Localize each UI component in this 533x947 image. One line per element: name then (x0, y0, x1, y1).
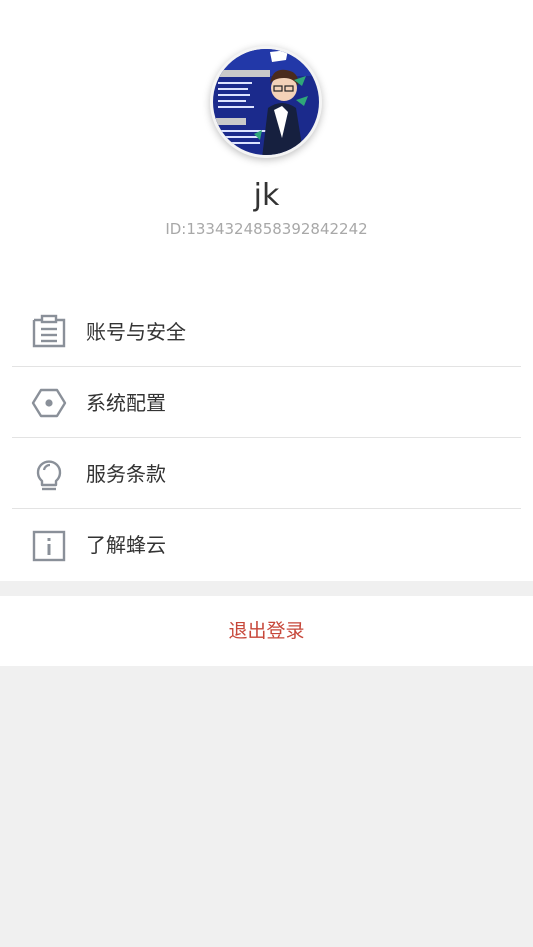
avatar[interactable] (210, 46, 322, 158)
profile-and-menu-panel: jk ID:1334324858392842242 账号与安全 系统配置 服务条… (0, 0, 533, 581)
user-id: ID:1334324858392842242 (165, 220, 368, 238)
menu-item-terms-of-service[interactable]: 服务条款 (0, 438, 533, 509)
settings-menu: 账号与安全 系统配置 服务条款 了解蜂云 (0, 296, 533, 580)
username: jk (253, 178, 280, 213)
menu-item-account-security[interactable]: 账号与安全 (0, 296, 533, 367)
lightbulb-icon (30, 456, 68, 492)
avatar-image (210, 46, 322, 158)
logout-button[interactable]: 退出登录 (0, 596, 533, 666)
menu-item-label: 服务条款 (86, 462, 166, 486)
menu-item-label: 账号与安全 (86, 320, 186, 344)
info-box-icon (30, 527, 68, 563)
menu-item-label: 系统配置 (86, 391, 166, 415)
clipboard-list-icon (30, 314, 68, 350)
profile-header: jk ID:1334324858392842242 (0, 0, 533, 280)
menu-item-label: 了解蜂云 (86, 533, 166, 557)
menu-item-about[interactable]: 了解蜂云 (0, 509, 533, 580)
menu-item-system-config[interactable]: 系统配置 (0, 367, 533, 438)
hex-nut-icon (30, 385, 68, 421)
logout-label: 退出登录 (228, 620, 305, 642)
